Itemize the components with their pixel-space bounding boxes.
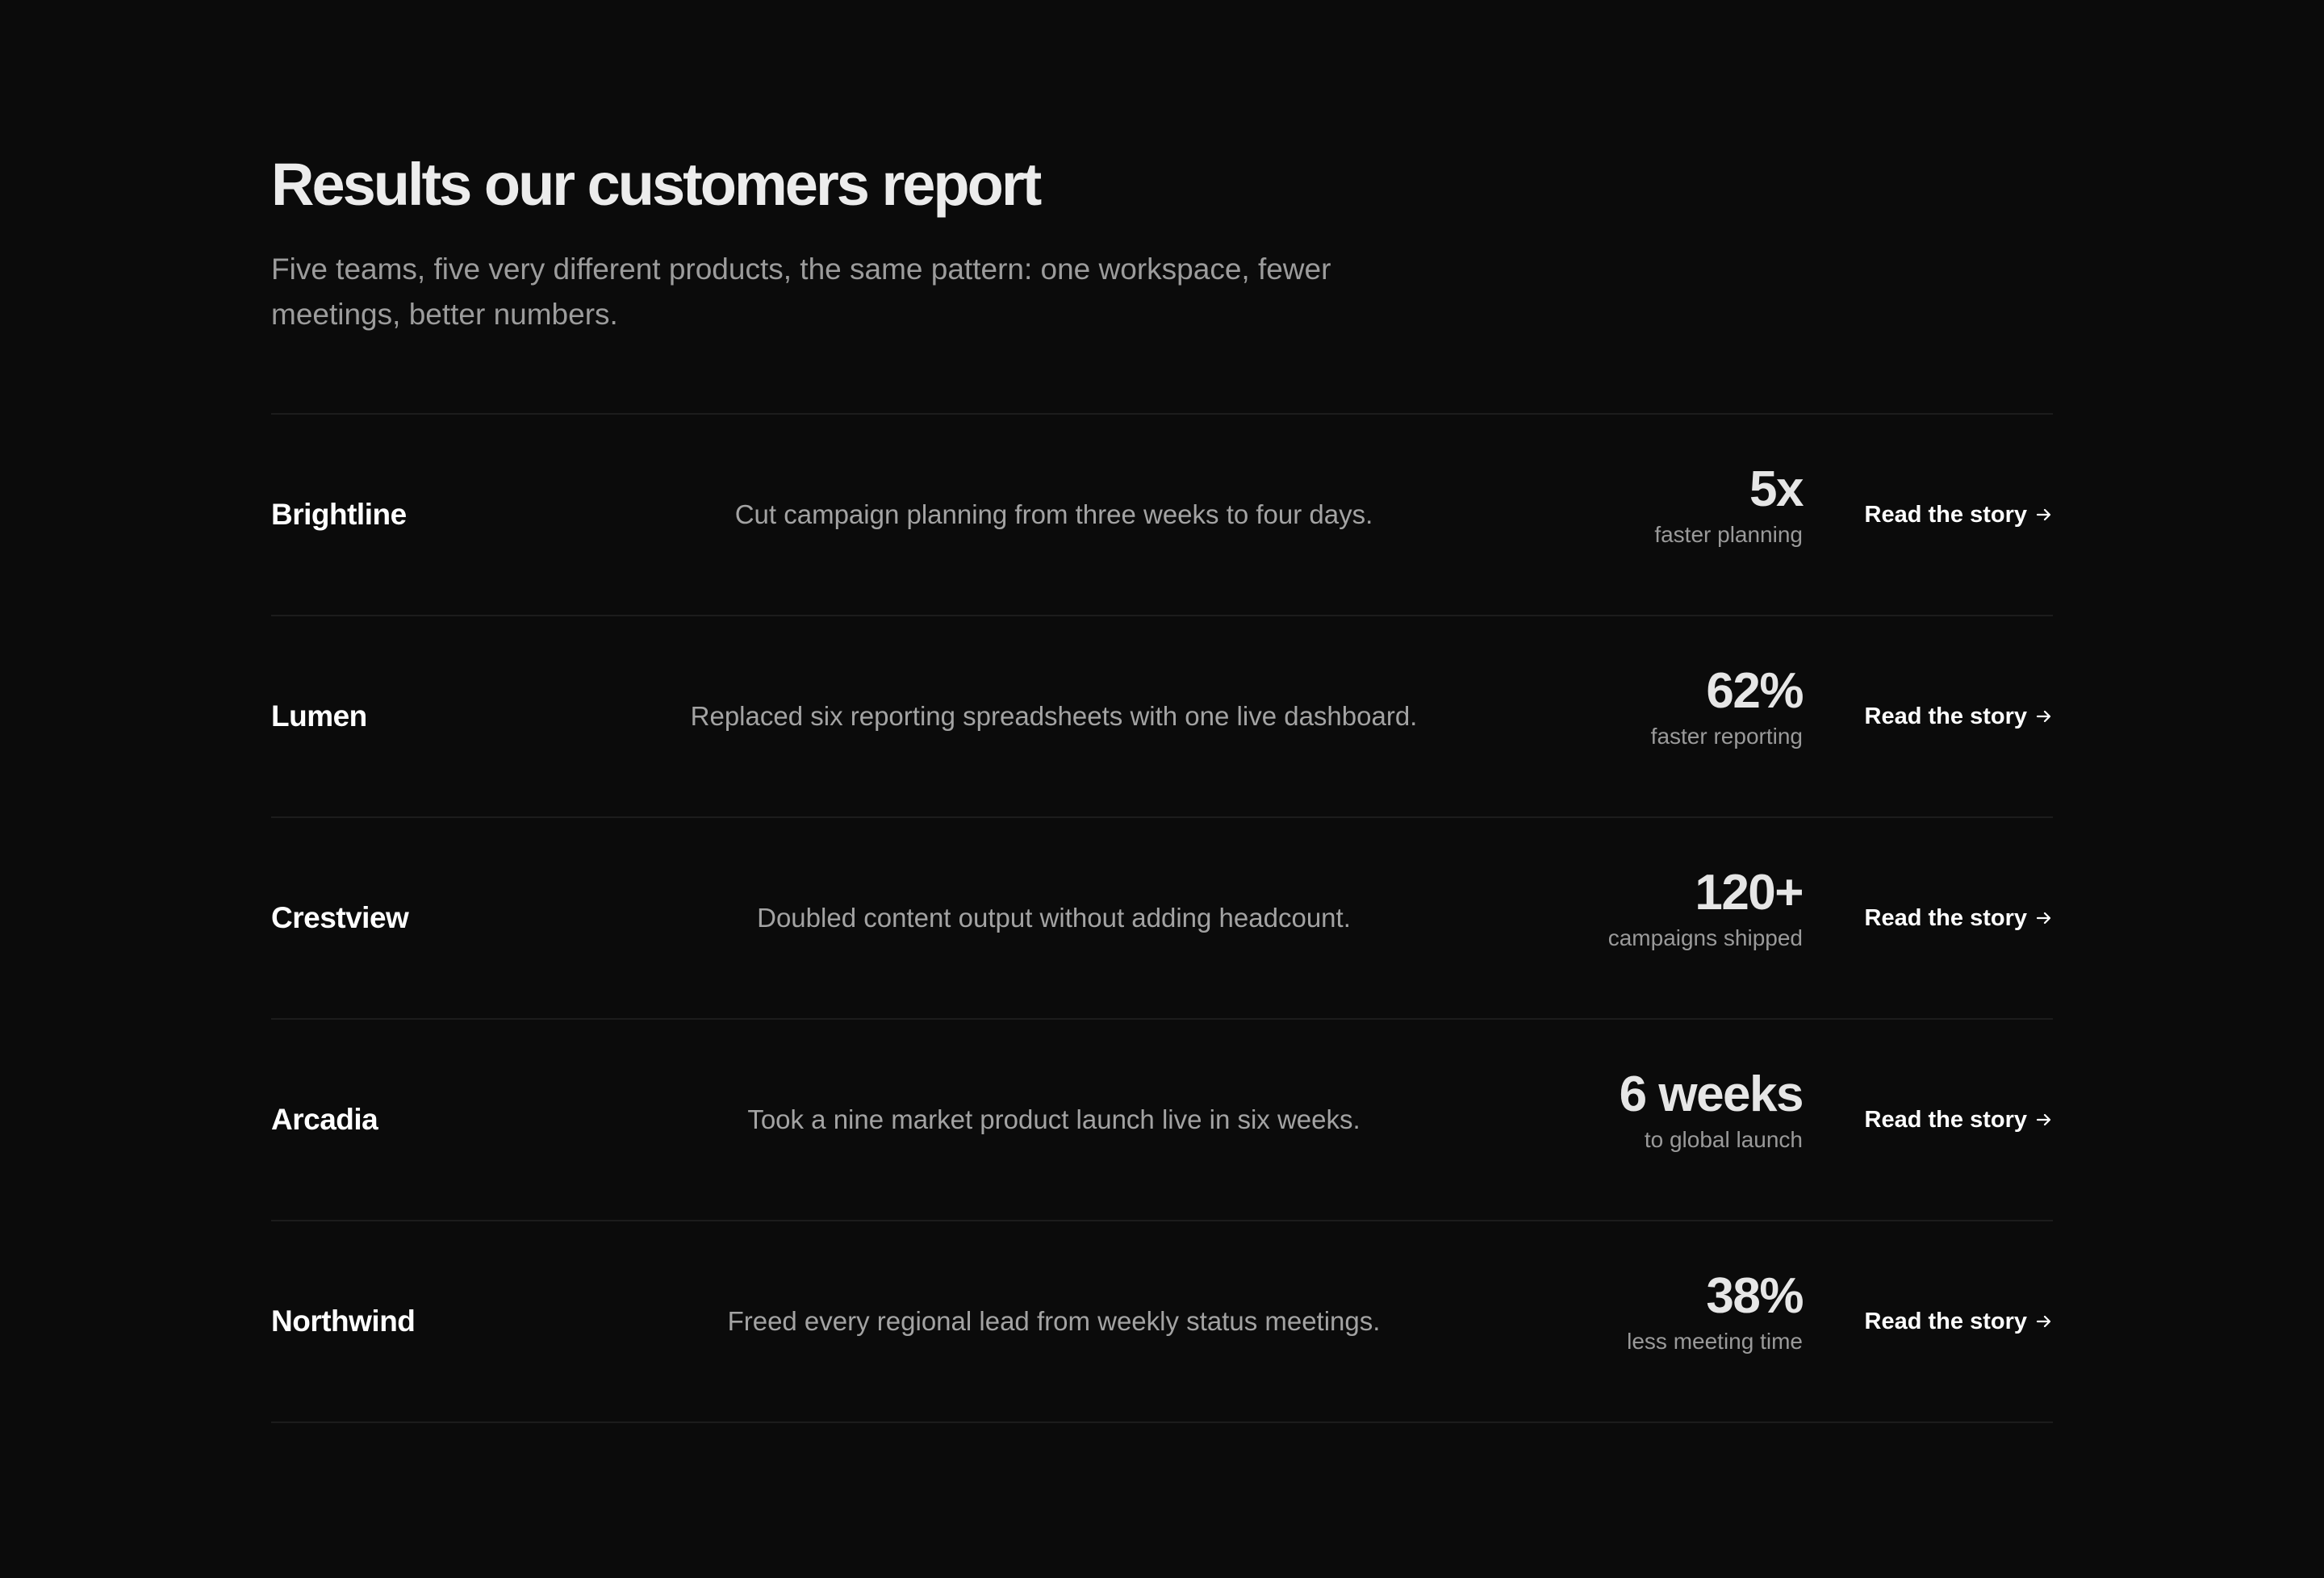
metric-value: 38% [1706, 1268, 1804, 1324]
metric-label: campaigns shipped [1607, 925, 1803, 950]
read-story-label: Read the story [1864, 1107, 2027, 1133]
read-story-link[interactable]: Read the story [1865, 415, 2053, 615]
read-story-label: Read the story [1864, 502, 2027, 528]
read-story-link[interactable]: Read the story [1865, 616, 2053, 816]
company-name: Brightline [271, 498, 407, 531]
section-subtitle: Five teams, five very different products… [271, 253, 1331, 331]
metric-value: 120+ [1695, 865, 1804, 920]
result-metric: 5x faster planning [1654, 461, 1804, 550]
result-metric: 62% faster reporting [1650, 663, 1804, 752]
arrow-right-icon [2035, 909, 2053, 927]
arrow-right-icon [2035, 1111, 2053, 1129]
result-row-northwind: Northwind Freed every regional lead from… [271, 1221, 2053, 1423]
result-summary: Doubled content output without adding he… [757, 903, 1351, 933]
results-list: Brightline Cut campaign planning from th… [271, 413, 2053, 1423]
read-story-label: Read the story [1864, 905, 2027, 931]
metric-label: to global launch [1644, 1127, 1803, 1152]
result-row-arcadia: Arcadia Took a nine market product launc… [271, 1020, 2053, 1221]
metric-value: 5x [1749, 461, 1804, 517]
result-summary: Freed every regional lead from weekly st… [727, 1306, 1381, 1336]
result-metric: 120+ campaigns shipped [1607, 865, 1804, 954]
result-row-crestview: Crestview Doubled content output without… [271, 818, 2053, 1020]
result-metric: 38% less meeting time [1627, 1268, 1804, 1357]
company-name: Arcadia [271, 1103, 378, 1136]
result-summary: Replaced six reporting spreadsheets with… [690, 701, 1418, 731]
arrow-right-icon [2035, 708, 2053, 725]
metric-label: faster planning [1654, 522, 1803, 547]
metric-label: faster reporting [1650, 724, 1803, 749]
company-name: Northwind [271, 1305, 416, 1338]
read-story-label: Read the story [1864, 703, 2027, 729]
read-story-label: Read the story [1864, 1309, 2027, 1334]
result-row-lumen: Lumen Replaced six reporting spreadsheet… [271, 616, 2053, 818]
result-summary: Cut campaign planning from three weeks t… [734, 499, 1373, 529]
result-summary: Took a nine market product launch live i… [747, 1104, 1361, 1134]
read-story-link[interactable]: Read the story [1865, 1020, 2053, 1220]
read-story-link[interactable]: Read the story [1865, 818, 2053, 1018]
company-name: Lumen [271, 699, 367, 733]
metric-label: less meeting time [1627, 1329, 1803, 1354]
metric-value: 62% [1706, 663, 1804, 719]
read-story-link[interactable]: Read the story [1865, 1221, 2053, 1421]
result-row-brightline: Brightline Cut campaign planning from th… [271, 415, 2053, 616]
arrow-right-icon [2035, 506, 2053, 524]
section-title: Results our customers report [271, 151, 1042, 218]
arrow-right-icon [2035, 1313, 2053, 1330]
company-name: Crestview [271, 901, 409, 934]
metric-value: 6 weeks [1619, 1067, 1804, 1122]
result-metric: 6 weeks to global launch [1619, 1067, 1804, 1155]
